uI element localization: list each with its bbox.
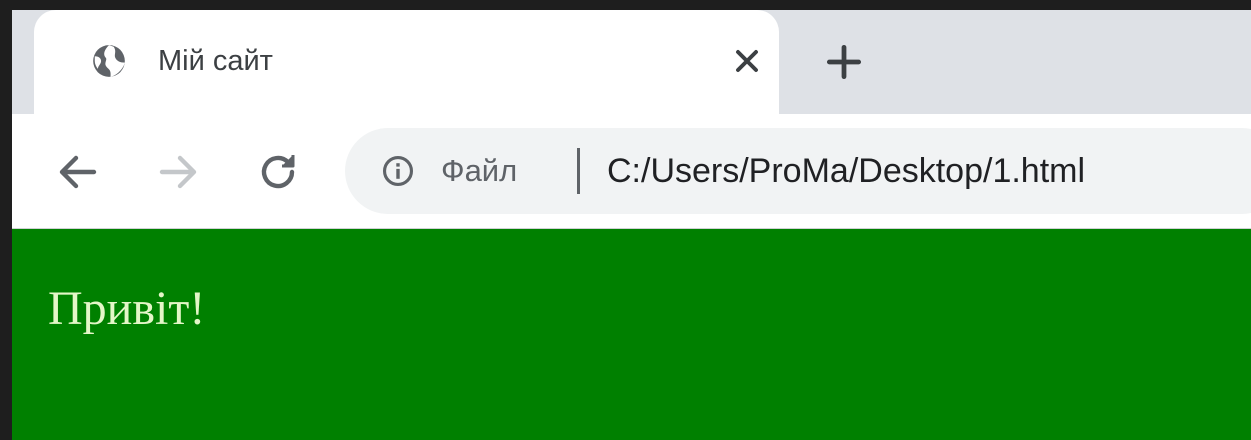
- plus-icon[interactable]: [822, 40, 866, 84]
- tab-strip: Мій сайт: [12, 10, 1251, 114]
- arrow-right-icon[interactable]: [154, 148, 202, 196]
- scheme-label: Файл: [441, 153, 518, 188]
- info-icon[interactable]: [381, 154, 415, 188]
- url-text[interactable]: C:/Users/ProMa/Desktop/1.html: [607, 149, 1085, 193]
- page-heading: Привіт!: [48, 282, 206, 335]
- tab-title: Мій сайт: [158, 45, 273, 77]
- page-content: Привіт!: [12, 229, 1251, 440]
- arrow-left-icon[interactable]: [54, 148, 102, 196]
- close-icon[interactable]: [729, 43, 765, 79]
- omnibox-divider: [577, 148, 580, 194]
- browser-window: Мій сайт Файл C:/Users/ProMa/Desktop/1.h…: [12, 10, 1251, 440]
- reload-icon[interactable]: [254, 148, 302, 196]
- toolbar: Файл C:/Users/ProMa/Desktop/1.html: [12, 114, 1251, 229]
- address-bar[interactable]: Файл C:/Users/ProMa/Desktop/1.html: [345, 128, 1251, 214]
- globe-icon: [93, 45, 125, 77]
- tab-active[interactable]: Мій сайт: [34, 10, 779, 114]
